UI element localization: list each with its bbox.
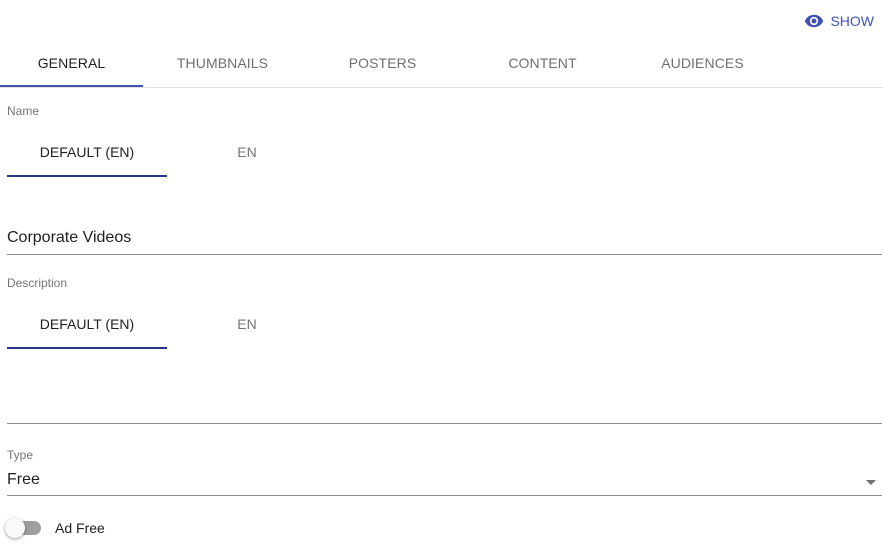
description-tab-default-en[interactable]: DEFAULT (EN) xyxy=(7,301,167,349)
tab-general[interactable]: GENERAL xyxy=(0,40,143,87)
tab-audiences[interactable]: AUDIENCES xyxy=(631,40,774,86)
show-button[interactable]: SHOW xyxy=(804,10,874,32)
tab-label: DEFAULT (EN) xyxy=(39,316,135,332)
description-label: Description xyxy=(7,276,68,290)
description-language-tabs: DEFAULT (EN) EN xyxy=(7,301,327,349)
name-language-tabs: DEFAULT (EN) EN xyxy=(7,129,327,177)
ad-free-label: Ad Free xyxy=(55,520,105,536)
main-tabs: GENERAL THUMBNAILS POSTERS CONTENT AUDIE… xyxy=(0,40,883,88)
tab-label: EN xyxy=(237,316,257,332)
eye-icon xyxy=(804,11,824,31)
tab-label: DEFAULT (EN) xyxy=(39,144,135,160)
tab-label: CONTENT xyxy=(508,55,577,71)
type-select-value: Free xyxy=(7,471,40,488)
show-button-label: SHOW xyxy=(830,13,874,29)
name-tab-en[interactable]: EN xyxy=(167,129,327,175)
tab-thumbnails[interactable]: THUMBNAILS xyxy=(151,40,294,86)
tab-content[interactable]: CONTENT xyxy=(471,40,614,86)
tab-label: POSTERS xyxy=(348,55,417,71)
type-label: Type xyxy=(7,448,34,462)
tab-posters[interactable]: POSTERS xyxy=(311,40,454,86)
toggle-thumb xyxy=(5,518,25,538)
name-tab-default-en[interactable]: DEFAULT (EN) xyxy=(7,129,167,177)
tab-label: EN xyxy=(237,144,257,160)
name-input[interactable] xyxy=(7,226,882,255)
tab-label: THUMBNAILS xyxy=(176,55,269,71)
tab-label: AUDIENCES xyxy=(661,55,744,71)
dropdown-arrow-icon xyxy=(866,480,876,485)
ad-free-toggle[interactable] xyxy=(5,518,41,538)
description-tab-en[interactable]: EN xyxy=(167,301,327,347)
type-select[interactable]: Free xyxy=(7,471,882,496)
tab-label: GENERAL xyxy=(37,55,106,71)
description-input[interactable] xyxy=(7,383,882,424)
name-label: Name xyxy=(7,104,40,118)
